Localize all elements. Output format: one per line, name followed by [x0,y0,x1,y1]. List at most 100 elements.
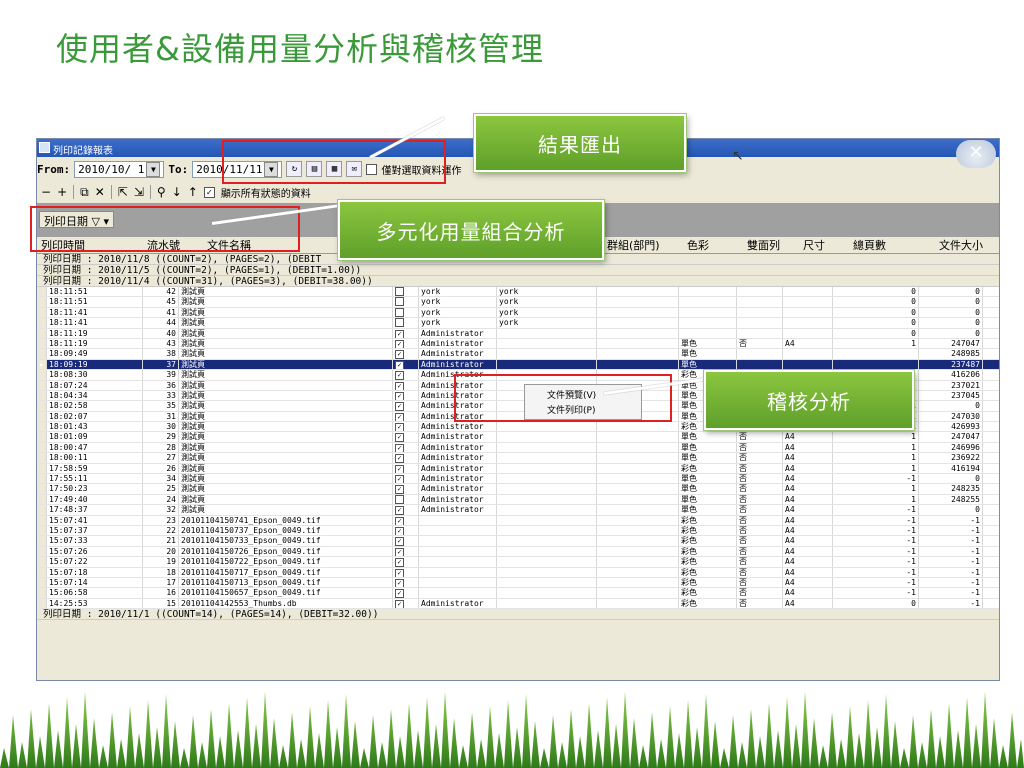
checkbox-empty-icon[interactable] [395,318,404,328]
row-checkbox[interactable] [393,494,419,505]
filter-icon[interactable]: ⚲ [157,185,166,199]
row-checkbox[interactable]: ✓ [393,349,419,359]
row-checkbox[interactable]: ✓ [393,422,419,432]
table-row[interactable]: 18:11:19 43 測試頁 ✓ Administrator 單色否 A4 1 247047 [37,338,999,350]
row-checkbox[interactable]: ✓ [393,505,419,515]
checkbox-empty-icon[interactable] [395,307,404,317]
row-checkbox[interactable]: ✓ [393,536,419,546]
table-row[interactable]: 15:07:26 20 20101104150726_Epson_0049.tif ✓… [37,546,999,558]
header-file-size[interactable]: 文件大小 [935,237,999,253]
checkbox-checked-icon[interactable]: ✓ [395,485,404,494]
table-row[interactable]: 18:11:51 45 測試頁 york york 0 0 [37,297,999,308]
row-checkbox[interactable]: ✓ [393,338,419,349]
row-checkbox[interactable]: ✓ [393,474,419,484]
header-group[interactable]: 群組(部門) [603,237,683,253]
header-size[interactable]: 尺寸 [799,237,849,253]
table-row[interactable]: 18:00:47 28 測試頁 ✓ Administrator 單色否 A4 1 246996 [37,442,999,454]
table-row[interactable]: 15:07:41 23 20101104150741_Epson_0049.tif ✓… [37,515,999,526]
table-row[interactable]: 18:09:49 38 測試頁 ✓ Administrator 單色 248985 [37,349,999,360]
checkbox-checked-icon[interactable]: ✓ [395,350,404,359]
sort-desc-icon[interactable]: ↑ [188,185,198,199]
checkbox-checked-icon[interactable]: ✓ [395,558,404,567]
table-row[interactable]: 15:07:33 21 20101104150733_Epson_0049.tif ✓… [37,536,999,547]
row-checkbox[interactable]: ✓ [393,557,419,567]
checkbox-checked-icon[interactable]: ✓ [395,526,404,536]
checkbox-checked-icon[interactable]: ✓ [395,516,404,525]
table-row[interactable]: 15:07:14 17 20101104150713_Epson_0049.tif ✓… [37,577,999,589]
table-row[interactable]: 18:00:11 27 測試頁 ✓ Administrator 單色否 A4 1 236922 [37,453,999,464]
row-checkbox[interactable]: ✓ [393,401,419,411]
group-row[interactable]: 列印日期 : 2010/11/4 ((COUNT=31), (PAGES=3),… [37,276,999,287]
checkbox-checked-icon[interactable]: ✓ [395,423,404,432]
checkbox-checked-icon[interactable]: ✓ [395,381,404,390]
table-row[interactable]: 15:07:37 22 20101104150737_Epson_0049.tif ✓… [37,525,999,537]
checkbox-checked-icon[interactable]: ✓ [395,433,404,442]
row-checkbox[interactable]: ✓ [393,328,419,338]
row-checkbox[interactable]: ✓ [393,370,419,380]
checkbox-checked-icon[interactable]: ✓ [395,329,404,338]
checkbox-checked-icon[interactable]: ✓ [395,599,404,609]
table-row[interactable]: 17:55:11 34 測試頁 ✓ Administrator 單色否 A4 -1 0 [37,474,999,485]
table-row[interactable]: 17:49:40 24 測試頁 Administrator 單色否 A4 1 248255 [37,494,999,506]
group-row[interactable]: 列印日期 : 2010/11/5 ((COUNT=2), (PAGES=1), … [37,265,999,276]
close-icon[interactable]: ✕ [956,140,996,168]
row-checkbox[interactable]: ✓ [393,588,419,598]
delete-icon[interactable]: ✕ [95,185,105,199]
checkbox-empty-icon[interactable] [395,494,404,504]
checkbox-checked-icon[interactable]: ✓ [395,391,404,401]
header-color[interactable]: 色彩 [683,237,743,253]
table-row[interactable]: ▸ 18:09:19 37 測試頁 ✓ Administrator 單色 237487 [37,359,999,371]
checkbox-checked-icon[interactable]: ✓ [395,475,404,484]
copy-icon[interactable]: ⧉ [80,185,89,200]
checkbox-checked-icon[interactable]: ✓ [395,454,404,463]
table-row[interactable]: 18:01:09 29 測試頁 ✓ Administrator 單色否 A4 1 247047 [37,432,999,443]
row-checkbox[interactable] [393,318,419,328]
header-duplex[interactable]: 雙面列 [743,237,799,253]
show-status-checkbox[interactable]: ✓ [203,186,215,198]
row-checkbox[interactable]: ✓ [393,598,419,609]
row-checkbox[interactable]: ✓ [393,525,419,536]
table-row[interactable]: 18:11:51 42 測試頁 york york 0 0 [37,287,999,298]
checkbox-empty-icon[interactable] [395,297,404,307]
header-pages[interactable]: 總頁數 [849,237,935,253]
row-checkbox[interactable]: ✓ [393,484,419,494]
row-checkbox[interactable]: ✓ [393,411,419,422]
checkbox-checked-icon[interactable]: ✓ [395,371,404,380]
checkbox-checked-icon[interactable]: ✓ [395,339,404,349]
expand-icon[interactable]: ⇱ [118,185,128,199]
checkbox-checked-icon[interactable]: ✓ [395,464,404,474]
row-checkbox[interactable]: ✓ [393,442,419,453]
checkbox-checked-icon[interactable]: ✓ [395,589,404,598]
collapse-icon[interactable]: ⇲ [134,185,144,199]
row-checkbox[interactable] [393,307,419,318]
from-date-field[interactable]: 2010/10/ 1 ▼ [74,160,165,178]
table-row[interactable]: 18:11:41 41 測試頁 york york 0 0 [37,307,999,319]
row-checkbox[interactable]: ✓ [393,432,419,442]
checkbox-checked-icon[interactable]: ✓ [395,402,404,411]
checkbox-checked-icon[interactable]: ✓ [395,412,404,422]
sort-asc-icon[interactable]: ↓ [172,185,182,199]
checkbox-checked-icon[interactable]: ✓ [395,506,404,515]
row-checkbox[interactable]: ✓ [393,546,419,557]
row-checkbox[interactable]: ✓ [393,515,419,525]
table-row[interactable]: 18:11:19 40 測試頁 ✓ Administrator 0 0 [37,328,999,339]
chevron-down-icon[interactable]: ▼ [146,161,161,177]
table-row[interactable]: 17:50:23 25 測試頁 ✓ Administrator 單色否 A4 1 248235 [37,484,999,495]
row-checkbox[interactable]: ✓ [393,453,419,463]
row-checkbox[interactable]: ✓ [393,380,419,390]
table-row[interactable]: 15:06:58 16 20101104150657_Epson_0049.tif ✓… [37,588,999,599]
table-row[interactable]: 15:07:18 18 20101104150717_Epson_0049.tif ✓… [37,567,999,578]
row-checkbox[interactable]: ✓ [393,390,419,401]
checkbox-checked-icon[interactable]: ✓ [395,578,404,588]
row-checkbox[interactable]: ✓ [393,463,419,474]
table-row[interactable]: 17:48:37 32 測試頁 ✓ Administrator 單色否 A4 -1 0 [37,505,999,516]
checkbox-checked-icon[interactable]: ✓ [395,568,404,577]
row-checkbox[interactable]: ✓ [393,567,419,577]
checkbox-checked-icon[interactable]: ✓ [395,443,404,453]
table-row[interactable]: 14:25:53 15 20101104142553_Thumbs.db ✓ Admin… [37,598,999,610]
checkbox-checked-icon[interactable]: ✓ [395,547,404,557]
row-checkbox[interactable] [393,287,419,297]
table-row[interactable]: 17:58:59 26 測試頁 ✓ Administrator 彩色否 A4 1 416194 [37,463,999,475]
row-checkbox[interactable]: ✓ [393,577,419,588]
checkbox-empty-icon[interactable] [395,287,404,296]
